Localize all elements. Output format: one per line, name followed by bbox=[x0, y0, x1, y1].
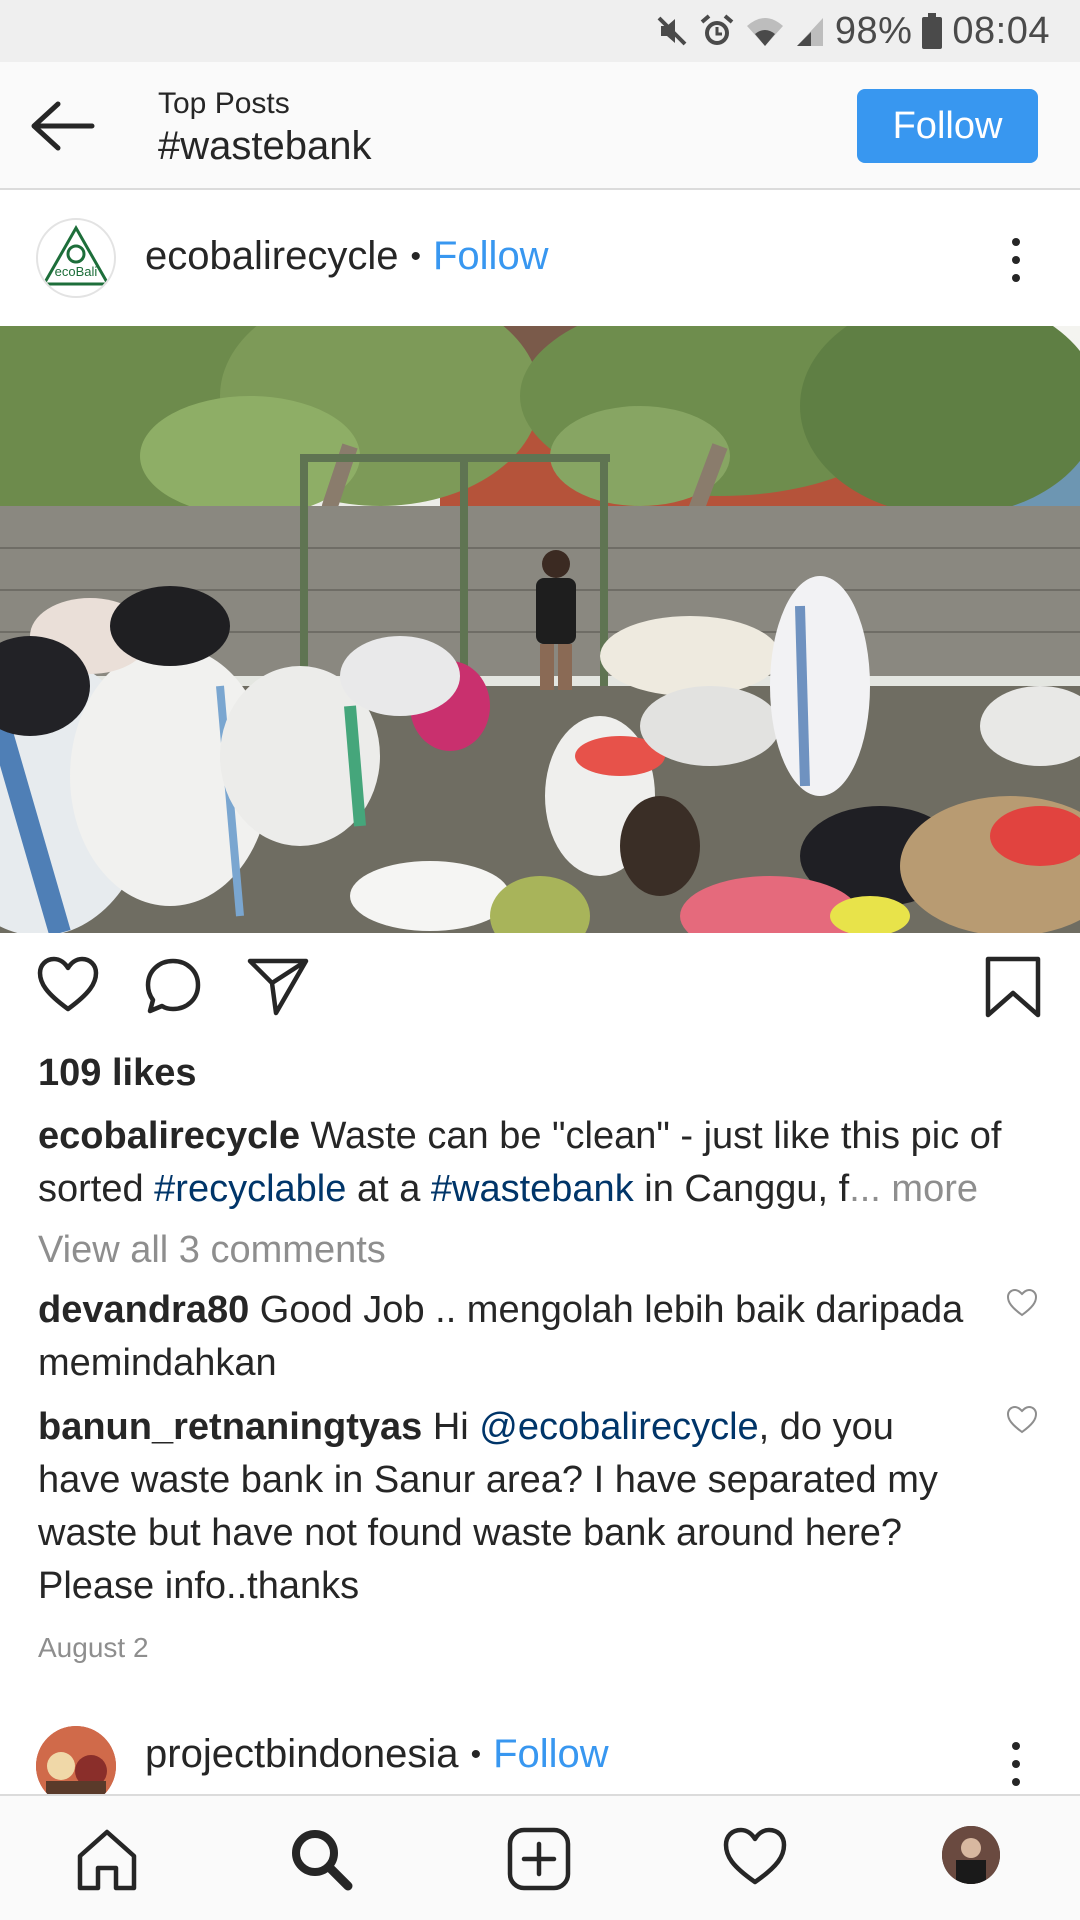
post-actions bbox=[0, 955, 1080, 1035]
signal-icon bbox=[796, 18, 823, 46]
home-icon[interactable] bbox=[74, 1826, 140, 1892]
alarm-icon bbox=[700, 14, 734, 45]
next-post-header: projectbindonesia • Follow bbox=[0, 1722, 1080, 1806]
search-icon[interactable] bbox=[288, 1826, 354, 1892]
comment-like-heart-icon[interactable] bbox=[1005, 1405, 1039, 1435]
post-header: ecoBali ecobalirecycle • Follow bbox=[0, 192, 1080, 322]
post-caption: ecobalirecycle Waste can be "clean" - ju… bbox=[38, 1110, 1048, 1216]
status-bar: 98% 08:04 bbox=[0, 0, 1080, 62]
battery-icon bbox=[922, 13, 943, 49]
follow-user-link[interactable]: Follow bbox=[433, 234, 549, 279]
caption-text: in Canggu, f bbox=[633, 1168, 850, 1210]
like-heart-icon[interactable] bbox=[36, 955, 100, 1015]
separator-dot: • bbox=[410, 239, 421, 273]
share-send-icon[interactable] bbox=[246, 955, 310, 1017]
profile-avatar-image bbox=[942, 1826, 1000, 1884]
ecobali-logo-icon: ecoBali bbox=[41, 224, 111, 286]
add-post-icon[interactable] bbox=[506, 1826, 572, 1892]
caption-username[interactable]: ecobalirecycle bbox=[38, 1115, 300, 1157]
comment: banun_retnaningtyas Hi @ecobalirecycle, … bbox=[38, 1401, 978, 1613]
svg-text:ecoBali: ecoBali bbox=[55, 264, 98, 279]
hashtag-recyclable[interactable]: #recyclable bbox=[154, 1168, 346, 1210]
comment-username[interactable]: banun_retnaningtyas bbox=[38, 1406, 422, 1448]
more-options-icon[interactable] bbox=[1004, 1736, 1028, 1792]
header-titles: Top Posts #wastebank bbox=[158, 86, 371, 170]
caption-text: at a bbox=[346, 1168, 431, 1210]
comment-like-heart-icon[interactable] bbox=[1005, 1288, 1039, 1318]
hashtag-wastebank[interactable]: #wastebank bbox=[431, 1168, 634, 1210]
caption-more-link[interactable]: ... more bbox=[849, 1168, 978, 1210]
comment: devandra80 Good Job .. mengolah lebih ba… bbox=[38, 1284, 978, 1390]
likes-count[interactable]: 109 likes bbox=[38, 1052, 196, 1095]
post-username[interactable]: ecobalirecycle bbox=[145, 234, 398, 279]
clock: 08:04 bbox=[952, 9, 1050, 52]
battery-percent: 98% bbox=[834, 9, 913, 52]
separator-dot: • bbox=[470, 1737, 482, 1771]
bottom-nav bbox=[0, 1794, 1080, 1920]
mute-icon bbox=[657, 16, 687, 46]
more-options-icon[interactable] bbox=[1004, 232, 1028, 288]
wifi-icon bbox=[746, 18, 783, 46]
comment-icon[interactable] bbox=[142, 955, 204, 1017]
post-username[interactable]: projectbindonesia bbox=[145, 1732, 459, 1777]
post-photo[interactable] bbox=[0, 326, 1080, 933]
comment-username[interactable]: devandra80 bbox=[38, 1289, 249, 1331]
page-title: #wastebank bbox=[158, 124, 372, 168]
avatar[interactable]: ecoBali bbox=[36, 218, 116, 298]
username-row: ecobalirecycle • Follow bbox=[145, 234, 549, 279]
view-all-comments-link[interactable]: View all 3 comments bbox=[38, 1229, 386, 1272]
bookmark-icon[interactable] bbox=[984, 955, 1042, 1019]
follow-user-link[interactable]: Follow bbox=[493, 1732, 609, 1777]
header-subtitle: Top Posts bbox=[158, 87, 290, 120]
comment-text: Hi bbox=[422, 1406, 480, 1448]
username-row: projectbindonesia • Follow bbox=[145, 1732, 609, 1777]
follow-hashtag-button[interactable]: Follow bbox=[857, 89, 1038, 163]
profile-avatar[interactable] bbox=[942, 1826, 1000, 1884]
activity-heart-icon[interactable] bbox=[722, 1826, 788, 1888]
post-date: August 2 bbox=[38, 1632, 149, 1663]
post-photo-illustration bbox=[0, 326, 1080, 933]
mention-link[interactable]: @ecobalirecycle bbox=[479, 1406, 758, 1448]
back-arrow-icon[interactable] bbox=[28, 98, 96, 154]
